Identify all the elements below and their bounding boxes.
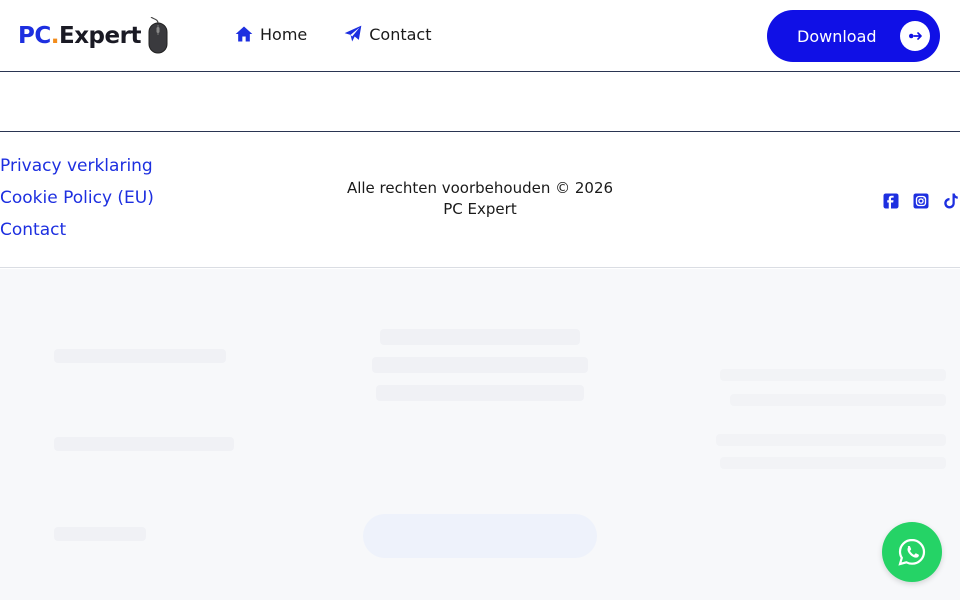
- logo[interactable]: PC.Expert: [18, 16, 169, 56]
- faded-button-shape: [363, 514, 597, 558]
- site-header: PC.Expert Home Contact Download: [0, 0, 960, 72]
- copyright: Alle rechten voorbehouden © 2026 PC Expe…: [330, 178, 630, 220]
- faded-line: [716, 434, 946, 446]
- faded-line: [720, 369, 946, 381]
- faded-line: [54, 349, 226, 363]
- copyright-line-1: Alle rechten voorbehouden © 2026: [346, 179, 614, 197]
- copyright-line-2: PC Expert: [443, 200, 517, 218]
- whatsapp-icon: [898, 538, 926, 566]
- faded-line: [372, 357, 588, 373]
- faded-line: [54, 437, 234, 451]
- instagram-icon[interactable]: [912, 192, 930, 210]
- footer-link-contact[interactable]: Contact: [0, 219, 154, 242]
- footer-link-cookie[interactable]: Cookie Policy (EU): [0, 187, 154, 210]
- site-footer: Privacy verklaring Cookie Policy (EU) Co…: [0, 133, 960, 268]
- faded-line: [54, 527, 146, 541]
- home-icon: [235, 26, 253, 42]
- faded-line: [380, 329, 580, 345]
- footer-links: Privacy verklaring Cookie Policy (EU) Co…: [0, 155, 154, 242]
- download-button[interactable]: Download: [767, 10, 940, 62]
- footer-link-privacy[interactable]: Privacy verklaring: [0, 155, 154, 178]
- tiktok-icon[interactable]: [942, 192, 960, 210]
- paper-plane-icon: [344, 25, 362, 42]
- download-label: Download: [797, 26, 877, 46]
- faded-line: [730, 394, 946, 406]
- faded-section-background: [0, 269, 960, 600]
- social-links: [882, 192, 960, 210]
- facebook-icon[interactable]: [882, 192, 900, 210]
- nav-contact[interactable]: Contact: [343, 24, 432, 44]
- main-nav: Home Contact: [234, 24, 432, 44]
- faded-line: [720, 457, 946, 469]
- logo-text: PC.Expert: [18, 23, 141, 49]
- empty-band: [0, 73, 960, 132]
- whatsapp-button[interactable]: [882, 522, 942, 582]
- nav-home-label: Home: [260, 24, 308, 44]
- nav-contact-label: Contact: [369, 24, 432, 44]
- faded-line: [376, 385, 584, 401]
- login-arrow-icon: [900, 21, 930, 51]
- mouse-icon: [148, 17, 168, 54]
- nav-home[interactable]: Home: [234, 24, 307, 44]
